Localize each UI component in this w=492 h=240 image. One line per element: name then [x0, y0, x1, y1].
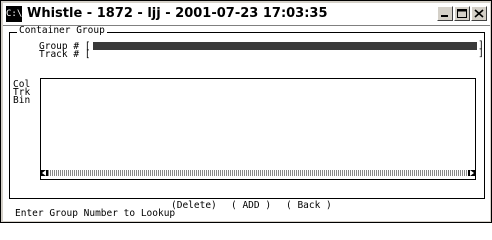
column-header-bin: Bin: [13, 95, 31, 106]
delete-button[interactable]: (Delete): [171, 201, 217, 211]
scroll-left-button[interactable]: [40, 170, 48, 176]
minimize-icon: [441, 15, 448, 17]
console-area: Container Group Group # [ ] Track # [ ] …: [3, 26, 490, 221]
close-icon: [474, 9, 484, 18]
scroll-right-arrow-icon: [470, 170, 474, 176]
horizontal-scrollbar[interactable]: [40, 170, 476, 176]
scroll-left-arrow-icon: [42, 170, 46, 176]
maximize-button[interactable]: [454, 6, 470, 21]
track-number-close-bracket: ]: [478, 48, 485, 59]
track-number-label: Track # [: [39, 49, 91, 60]
window-title: Whistle - 1872 - ljj - 2001-07-23 17:03:…: [27, 6, 328, 21]
status-line: Enter Group Number to Lookup: [15, 208, 176, 219]
group-box-title: Container Group: [17, 25, 107, 36]
title-bar[interactable]: C:\ Whistle - 1872 - ljj - 2001-07-23 17…: [3, 3, 490, 26]
console-app-icon[interactable]: C:\: [6, 6, 22, 22]
console-window: C:\ Whistle - 1872 - ljj - 2001-07-23 17…: [0, 0, 492, 223]
back-button[interactable]: ( Back ): [286, 201, 332, 211]
close-button[interactable]: [471, 6, 487, 21]
minimize-button[interactable]: [437, 6, 453, 21]
container-list[interactable]: [40, 78, 476, 180]
scroll-right-button[interactable]: [468, 170, 476, 176]
maximize-icon: [457, 9, 467, 18]
group-number-input[interactable]: [93, 42, 477, 50]
add-button[interactable]: ( ADD ): [231, 201, 271, 211]
